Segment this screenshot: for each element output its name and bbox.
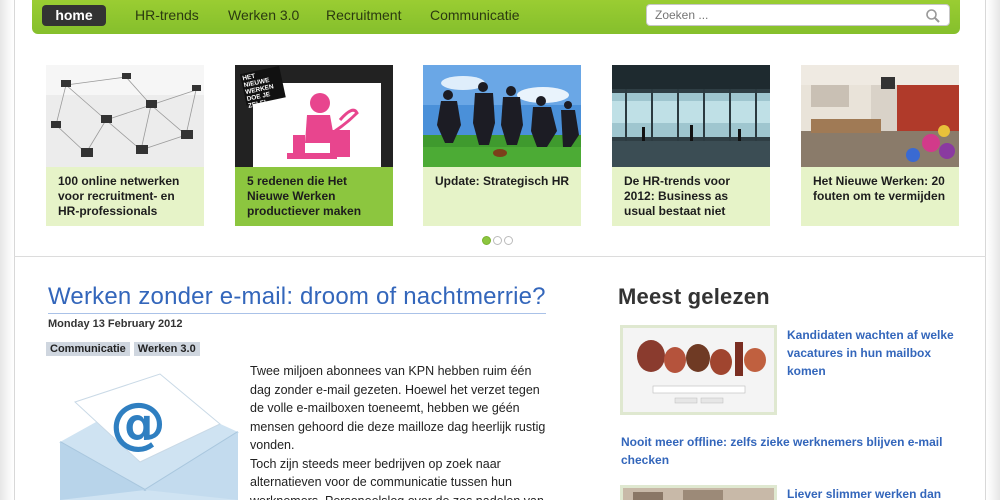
nav-item-recruitment[interactable]: Recruitment <box>326 7 401 23</box>
article-line: vonden. <box>250 438 295 452</box>
most-read-link-1[interactable]: Kandidaten wachten af welke vacatures in… <box>787 326 977 380</box>
carousel-pagination <box>482 236 515 246</box>
search-box <box>646 4 950 26</box>
featured-carousel: 100 online netwerken voor recruitment- e… <box>32 65 960 227</box>
nav-item-werken-3-0[interactable]: Werken 3.0 <box>228 7 299 23</box>
article-line: alternatieven voor de communicatie tusse… <box>250 475 512 489</box>
carousel-card[interactable]: Update: Strategisch HR <box>423 65 581 226</box>
most-read-line: komen <box>787 364 826 378</box>
carousel-dot[interactable] <box>493 236 502 245</box>
carousel-card-text: 5 redenen die Het Nieuwe Werken producti… <box>247 174 362 218</box>
search-input[interactable] <box>655 7 915 23</box>
carousel-card[interactable]: HET NIEUWE WERKEN DOE JE ZELF! 5 redenen… <box>235 65 393 226</box>
business-team-image <box>423 65 581 167</box>
nav-item-communicatie[interactable]: Communicatie <box>430 7 519 23</box>
article-line: de volle e-mailboxen toeneemt, hebben we… <box>250 401 520 415</box>
nav-home-button[interactable]: home <box>42 5 106 26</box>
carousel-dot[interactable] <box>504 236 513 245</box>
colorful-office-image <box>801 65 959 167</box>
most-read-line: Nooit meer offline: zelfs zieke werkneme… <box>621 435 943 449</box>
article-date: Monday 13 February 2012 <box>48 318 183 330</box>
article-line: mensen gehoord die deze mailloze dag hee… <box>250 419 546 434</box>
article-line: Toch zijn steeds meer bedrijven op zoek … <box>250 456 501 471</box>
office-building-image <box>612 65 770 167</box>
carousel-card[interactable]: 100 online netwerken voor recruitment- e… <box>46 65 204 226</box>
most-read-line: Kandidaten wachten af welke <box>787 328 954 342</box>
most-read-link-2[interactable]: Nooit meer offline: zelfs zieke werkneme… <box>621 433 981 469</box>
page-shadow-left <box>0 0 14 500</box>
page-shadow-right <box>986 0 1000 500</box>
section-divider <box>14 256 986 257</box>
most-read-line: checken <box>621 453 670 467</box>
most-read-line: vacatures in hun mailbox <box>787 346 932 360</box>
carousel-card-text: De HR-trends voor 2012: Business as usua… <box>624 174 731 218</box>
main-navigation: home HR-trends Werken 3.0 Recruitment Co… <box>32 0 960 34</box>
search-icon[interactable] <box>925 8 941 24</box>
carousel-card[interactable]: Het Nieuwe Werken: 20 fouten om te vermi… <box>801 65 959 226</box>
most-read-line: Liever slimmer werken dan <box>787 487 942 500</box>
carousel-card-text: Het Nieuwe Werken: 20 fouten om te vermi… <box>813 174 946 203</box>
carousel-dot[interactable] <box>482 236 491 245</box>
workspace-illustration: HET NIEUWE WERKEN DOE JE ZELF! <box>235 65 393 167</box>
carousel-card-text: 100 online netwerken voor recruitment- e… <box>58 174 180 218</box>
carousel-card[interactable]: De HR-trends voor 2012: Business as usua… <box>612 65 770 226</box>
most-read-thumbnail[interactable] <box>620 325 777 415</box>
article-title[interactable]: Werken zonder e-mail: droom of nachtmerr… <box>48 283 546 314</box>
most-read-link-3[interactable]: Liever slimmer werken dan <box>787 485 977 500</box>
article-tags: Communicatie Werken 3.0 <box>46 339 204 357</box>
carousel-card-text: Update: Strategisch HR <box>435 174 570 188</box>
most-read-thumbnail[interactable] <box>620 485 777 500</box>
nav-item-hr-trends[interactable]: HR-trends <box>135 7 199 23</box>
tag-communicatie[interactable]: Communicatie <box>46 342 130 356</box>
svg-text:@: @ <box>110 391 166 456</box>
article-line: werknemers. Personeelslog over de zes na… <box>250 492 550 500</box>
tag-werken-3-0[interactable]: Werken 3.0 <box>133 342 200 356</box>
article-body: Twee miljoen abonnees van KPN hebben rui… <box>250 362 550 500</box>
most-read-title: Meest gelezen <box>618 284 770 309</box>
article-line: Twee miljoen abonnees van KPN hebben rui… <box>250 364 532 378</box>
email-envelope-icon: @ <box>50 372 240 500</box>
article-line: dag zonder e-mail gezeten. Hoewel het ve… <box>250 382 540 397</box>
network-image <box>46 65 204 167</box>
